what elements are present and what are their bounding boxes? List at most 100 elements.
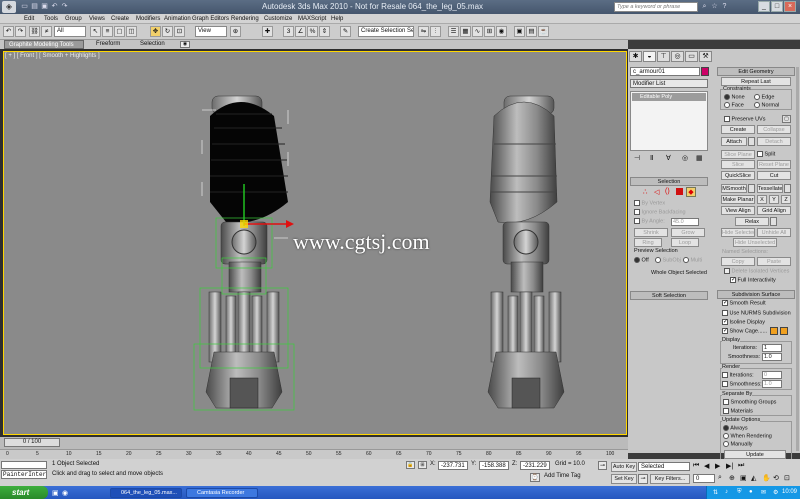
set-key-icon[interactable]: ⊸: [638, 474, 648, 484]
key-filters-button[interactable]: Key Filters...: [650, 474, 690, 484]
percent-snap-icon[interactable]: %: [307, 26, 318, 37]
selected-key-dropdown[interactable]: Selected: [638, 462, 690, 471]
preview-multi-radio[interactable]: Multi: [683, 257, 702, 264]
menu-group[interactable]: Group: [65, 14, 82, 24]
remove-modifier-icon[interactable]: ◎: [682, 154, 688, 162]
painter-interface-field[interactable]: PainterInter: [1, 470, 47, 479]
menu-graph-editors[interactable]: Graph Editors: [192, 14, 229, 24]
isoline-display-checkbox[interactable]: ✓ Isoline Display: [722, 319, 765, 326]
graphite-toggle-icon[interactable]: ▦: [460, 26, 471, 37]
start-button[interactable]: start: [0, 486, 48, 499]
menu-tools[interactable]: Tools: [44, 14, 58, 24]
planar-z-button[interactable]: Z: [781, 195, 791, 204]
reset-plane-button[interactable]: Reset Plane: [757, 160, 791, 169]
select-by-name-icon[interactable]: ≡: [102, 26, 113, 37]
motion-tab-icon[interactable]: ◎: [671, 51, 684, 62]
tray-network-icon[interactable]: ⇅: [713, 489, 718, 496]
tray-im-icon[interactable]: ✉: [761, 489, 766, 496]
object-name-field[interactable]: c_armour01: [630, 67, 700, 76]
pin-stack-icon[interactable]: ⊣: [634, 154, 640, 162]
modifier-list-dropdown[interactable]: Modifier List: [630, 79, 708, 88]
repeat-last-button[interactable]: Repeat Last: [721, 77, 791, 86]
soft-selection-rollout-header[interactable]: Soft Selection: [630, 291, 708, 300]
menu-customize[interactable]: Customize: [264, 14, 292, 24]
lock-selection-icon[interactable]: 🔒: [406, 461, 415, 469]
tab-graphite-modeling[interactable]: Graphite Modeling Tools: [4, 40, 84, 49]
preserve-uvs-checkbox[interactable]: Preserve UVs: [724, 116, 765, 123]
undo-icon[interactable]: ↶: [50, 2, 59, 12]
select-move-icon[interactable]: ✥: [150, 26, 161, 37]
smooth-result-checkbox[interactable]: ✓ Smooth Result: [722, 300, 766, 307]
key-mode-icon[interactable]: ⊸: [598, 461, 607, 470]
ring-button[interactable]: Ring: [634, 238, 662, 247]
cage-color-swatch[interactable]: [770, 327, 778, 335]
z-coordinate[interactable]: -231.229: [520, 461, 550, 470]
right-leg-model[interactable]: [487, 95, 565, 409]
tab-selection[interactable]: Selection: [136, 40, 169, 49]
set-key-button[interactable]: Set Key: [611, 474, 637, 484]
tab-freeform[interactable]: Freeform: [92, 40, 124, 49]
star-icon[interactable]: ☆: [710, 2, 719, 12]
maxscript-listener[interactable]: [1, 461, 47, 469]
quickslice-button[interactable]: QuickSlice: [721, 171, 755, 180]
element-level-icon[interactable]: ◆: [686, 187, 696, 197]
ref-coord-dropdown[interactable]: View: [195, 26, 227, 37]
update-manually-radio[interactable]: Manually: [723, 441, 753, 448]
split-checkbox[interactable]: Split: [757, 151, 775, 158]
align-icon[interactable]: ⫶: [430, 26, 441, 37]
quicklaunch-browser-icon[interactable]: ◉: [62, 489, 68, 497]
vertex-level-icon[interactable]: ∴: [643, 188, 647, 196]
previous-frame-icon[interactable]: ◀: [704, 462, 709, 470]
zoom-icon[interactable]: ⌕: [718, 474, 722, 482]
preview-subobj-radio[interactable]: SubObj: [655, 257, 681, 264]
stack-item-editable-poly[interactable]: Editable Poly: [632, 93, 706, 101]
polygon-level-icon[interactable]: [676, 188, 683, 195]
redo-button[interactable]: ↷: [15, 26, 26, 37]
go-to-start-icon[interactable]: ⏮: [693, 462, 699, 470]
angle-snap-icon[interactable]: ∠: [295, 26, 306, 37]
menu-views[interactable]: Views: [89, 14, 105, 24]
show-end-result-icon[interactable]: Ⅱ: [650, 154, 653, 162]
menu-maxscript[interactable]: MAXScript: [298, 14, 326, 24]
border-level-icon[interactable]: (): [665, 188, 670, 195]
smoothing-groups-checkbox[interactable]: Smoothing Groups: [723, 399, 776, 406]
tray-record-icon[interactable]: ●: [749, 489, 753, 495]
create-tab-icon[interactable]: ✱: [629, 51, 642, 62]
search-icon[interactable]: ⌕: [700, 2, 709, 12]
schematic-view-icon[interactable]: ⊞: [484, 26, 495, 37]
tray-settings-icon[interactable]: ⚙: [773, 489, 778, 496]
slice-button[interactable]: Slice: [721, 160, 755, 169]
time-slider[interactable]: 0 / 100: [4, 438, 60, 447]
attach-list-button[interactable]: [748, 137, 755, 146]
constraint-normal-radio[interactable]: Normal: [754, 102, 779, 109]
close-button[interactable]: ×: [784, 1, 796, 12]
preview-off-radio[interactable]: Off: [634, 257, 649, 264]
display-tab-icon[interactable]: ▭: [685, 51, 698, 62]
curve-editor-icon[interactable]: ∿: [472, 26, 483, 37]
msmooth-settings-button[interactable]: [748, 184, 755, 193]
tessellate-button[interactable]: Tessellate: [757, 184, 783, 193]
app-logo-icon[interactable]: ◈: [2, 1, 16, 13]
viewport-label[interactable]: [ + ] [ Front ] [ Smooth + Highlights ]: [5, 53, 100, 59]
selection-filter-dropdown[interactable]: All: [54, 26, 86, 37]
delete-isolated-checkbox[interactable]: Delete Isolated Vertices: [724, 268, 789, 275]
time-tag-icon[interactable]: ⌚: [530, 473, 540, 482]
named-selection-dropdown[interactable]: Create Selection Se: [358, 26, 414, 37]
open-file-icon[interactable]: ▤: [30, 2, 39, 12]
full-interactivity-checkbox[interactable]: ✓ Full Interactivity: [730, 277, 776, 284]
track-bar[interactable]: 0 5 10 15 20 25 30 35 40 45 50 55 60 65 70 75 80 85 90 95 10…: [0, 449, 628, 459]
subdivision-rollout-header[interactable]: Subdivision Surface: [717, 290, 795, 299]
update-button[interactable]: Update: [724, 450, 786, 459]
unhide-all-button[interactable]: Unhide All: [757, 228, 791, 237]
maximize-viewport-icon[interactable]: ⊡: [784, 474, 790, 482]
zoom-all-icon[interactable]: ⊕: [729, 474, 735, 482]
menu-create[interactable]: Create: [111, 14, 129, 24]
select-object-icon[interactable]: ↖: [90, 26, 101, 37]
grid-align-button[interactable]: Grid Align: [757, 206, 791, 215]
render-smoothness-spinner[interactable]: 1.0: [762, 380, 782, 388]
constraint-face-radio[interactable]: Face: [724, 102, 744, 109]
menu-edit[interactable]: Edit: [24, 14, 34, 24]
hide-selected-button[interactable]: Hide Selected: [721, 228, 755, 237]
y-coordinate[interactable]: -158.388: [479, 461, 509, 470]
go-to-end-icon[interactable]: ⏭: [738, 462, 744, 470]
